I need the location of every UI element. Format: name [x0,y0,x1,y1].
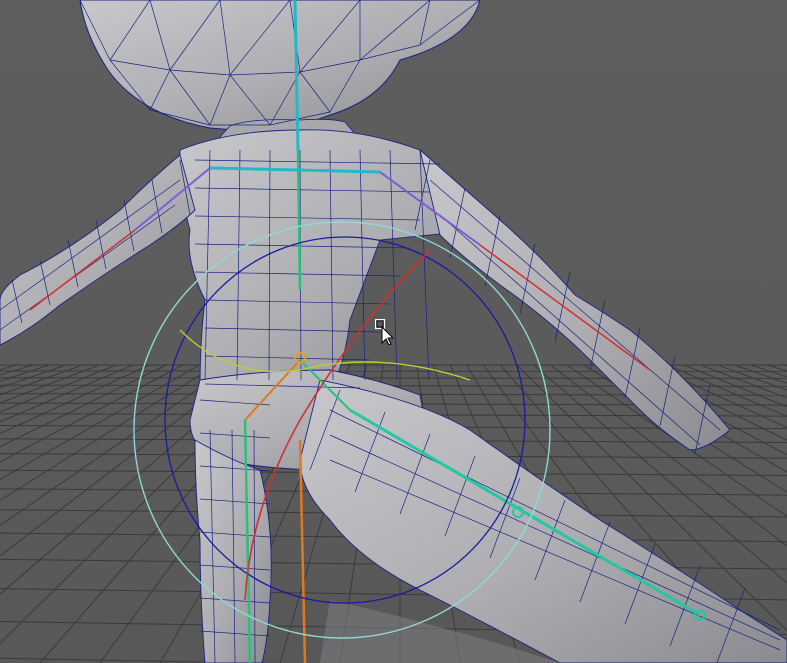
grid-line-v [0,364,50,382]
character-mesh[interactable] [0,0,787,663]
left-clavicle-joint [209,166,299,172]
mesh-edge [0,179,181,311]
grid-line-v [0,364,217,501]
grid-line-v [0,364,16,371]
3d-viewport[interactable] [0,0,787,663]
mesh-edge [429,179,721,431]
mesh-edge [0,204,176,331]
grid-line-v [0,364,83,396]
right-forearm-joint [479,244,651,371]
grid-line-v [0,364,184,463]
grid-line-v [0,364,100,404]
standing-leg-mesh [194,439,272,663]
mesh-edge [439,214,701,446]
left-arm-mesh [0,154,196,346]
grid-line-v [0,364,133,423]
grid-line-v [0,364,67,389]
right-clavicle-joint [297,168,381,174]
scene-canvas[interactable] [0,0,787,663]
